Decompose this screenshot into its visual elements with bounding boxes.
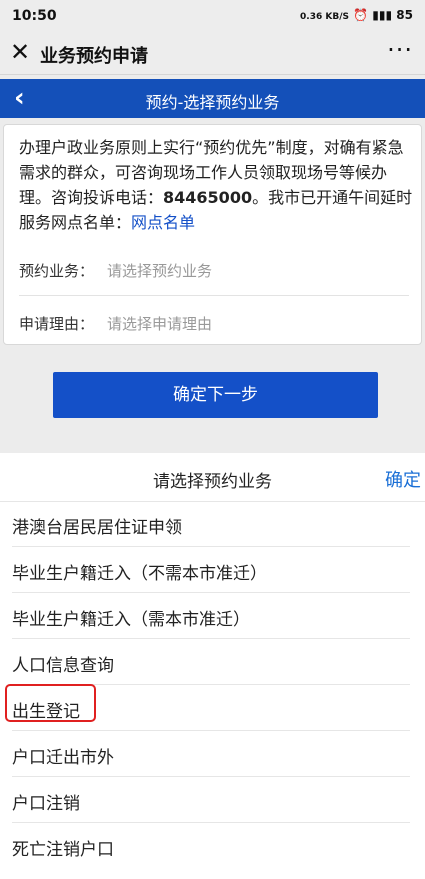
option-label: 毕业生户籍迁入（不需本市准迁） — [12, 564, 267, 584]
picker-option[interactable]: 死亡注销户口 — [0, 823, 425, 869]
picker-option[interactable]: 户口注销 — [0, 777, 425, 823]
status-bar: 10:50 0.36 KB/S ⏰ ▮▮▮ 85 — [0, 0, 425, 34]
picker-header: 请选择预约业务 确定 — [0, 453, 425, 502]
business-field[interactable]: 预约业务： 请选择预约业务 — [19, 250, 414, 290]
business-label: 预约业务： — [19, 262, 95, 280]
option-label: 户口注销 — [12, 794, 80, 814]
reason-select[interactable]: 请选择申请理由 — [107, 313, 212, 334]
option-label: 港澳台居民居住证申领 — [12, 518, 182, 538]
outlet-list-link[interactable]: 网点名单 — [131, 213, 195, 232]
picker-option[interactable]: 毕业生户籍迁入（不需本市准迁） — [0, 547, 425, 593]
more-icon[interactable]: ··· — [387, 36, 413, 64]
app-bar: ✕ 业务预约申请 ··· — [0, 34, 425, 75]
picker-option[interactable]: 毕业生户籍迁入（需本市准迁） — [0, 593, 425, 639]
hotline-number: 84465000 — [163, 188, 253, 207]
battery-level: 85 — [396, 8, 413, 22]
option-label: 户口迁出市外 — [12, 748, 114, 768]
business-picker: 请选择预约业务 确定 港澳台居民居住证申领 毕业生户籍迁入（不需本市准迁） 毕业… — [0, 453, 425, 879]
reason-field[interactable]: 申请理由： 请选择申请理由 — [19, 303, 414, 343]
signal-icon: ▮▮▮ — [372, 8, 393, 22]
page-header: ‹ 预约-选择预约业务 — [0, 79, 425, 118]
business-select[interactable]: 请选择预约业务 — [107, 260, 212, 281]
field-divider — [19, 295, 409, 296]
close-icon[interactable]: ✕ — [10, 38, 30, 66]
option-label: 人口信息查询 — [12, 656, 114, 676]
picker-confirm-button[interactable]: 确定 — [385, 466, 421, 492]
option-label: 毕业生户籍迁入（需本市准迁） — [12, 610, 250, 630]
status-icons: 0.36 KB/S ⏰ ▮▮▮ 85 — [300, 8, 413, 22]
notice-text: 办理户政业务原则上实行“预约优先”制度，对确有紧急需求的群众，可咨询现场工作人员… — [19, 135, 414, 235]
picker-option[interactable]: 港澳台居民居住证申领 — [0, 501, 425, 547]
alarm-icon: ⏰ — [353, 8, 369, 22]
status-time: 10:50 — [12, 8, 57, 24]
picker-option[interactable]: 人口信息查询 — [0, 639, 425, 685]
page-title: 预约-选择预约业务 — [145, 93, 280, 112]
app-title: 业务预约申请 — [40, 46, 148, 67]
net-speed: 0.36 KB/S — [300, 12, 349, 22]
picker-option[interactable]: 户口迁出市外 — [0, 731, 425, 777]
picker-title: 请选择预约业务 — [153, 472, 272, 492]
appointment-form-card: 办理户政业务原则上实行“预约优先”制度，对确有紧急需求的群众，可咨询现场工作人员… — [3, 124, 422, 345]
reason-label: 申请理由： — [19, 315, 95, 333]
option-label: 死亡注销户口 — [12, 840, 114, 860]
next-step-button[interactable]: 确定下一步 — [53, 372, 378, 418]
highlight-box — [5, 684, 96, 722]
